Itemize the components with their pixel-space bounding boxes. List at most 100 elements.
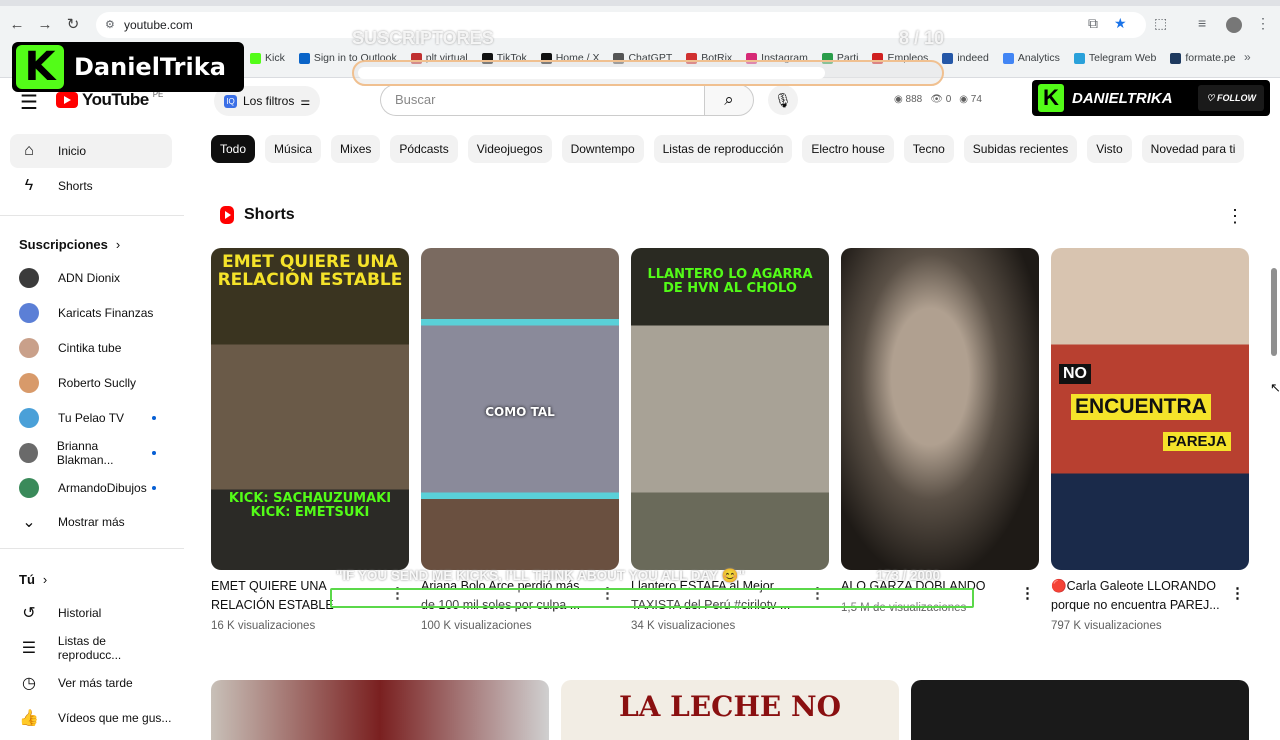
subscription-label: Brianna Blakman... [56,439,114,467]
show-more-button[interactable]: ⌄ Mostrar más [10,505,172,539]
chip-visto[interactable]: Visto [1087,135,1132,163]
bookmark-item[interactable]: Telegram Web [1073,48,1156,68]
reload-icon[interactable]: ↻ [62,14,84,36]
sidebar-item-inicio[interactable]: ⌂ Inicio [10,134,172,168]
filter-chips: Todo Música Mixes Pódcasts Videojuegos Downte… [211,135,1245,163]
you-item-label: Listas de reproducc... [57,634,122,662]
short-caption-pareja: PAREJA [1163,432,1231,451]
sidebar-item-shorts[interactable]: ϟ Shorts [10,169,172,203]
sidebar-you-item[interactable]: ↺ Historial [10,596,172,630]
short-views: 100 K visualizaciones [421,620,532,632]
youtube-play-icon [56,92,78,108]
page-scrollbar[interactable] [1268,90,1280,720]
home-icon: ⌂ [24,142,34,159]
profile-avatar[interactable] [1226,17,1242,33]
sidebar-subscription-item[interactable]: Karicats Finanzas [10,296,172,330]
subscription-label: Karicats Finanzas [58,306,154,320]
chip-downtempo[interactable]: Downtempo [561,135,644,163]
chip-tecno[interactable]: Tecno [903,135,954,163]
chip-todo[interactable]: Todo [211,135,256,163]
chip-electro-house[interactable]: Electro house [802,135,894,163]
shorts-shelf-header: Shorts [220,206,295,224]
short-card-2[interactable]: COMO TAL [421,248,619,570]
bookmark-item[interactable]: indeed [942,48,989,68]
stat-views: ◉ 888 [894,94,923,105]
subscribers-progress-fill [358,67,825,79]
chip-pódcasts[interactable]: Pódcasts [390,135,458,163]
logo-text: YouTube [82,90,149,109]
kick-logo-icon: K [16,45,64,89]
short-more-icon[interactable]: ⋮ [1020,584,1035,602]
subscribers-label: SUSCRIPTORES [352,28,494,48]
bookmark-label: Kick [265,52,285,64]
bookmark-item[interactable]: formate.pe [1170,48,1236,68]
shorts-heading: Shorts [244,206,295,223]
chevron-right-icon: › [115,237,121,252]
video-thumbnail[interactable]: LA LECHE NO [561,680,899,740]
filters-label: Los filtros [243,94,295,108]
bookmark-item[interactable]: Analytics [1002,48,1060,68]
new-content-dot [152,451,157,455]
watch-later-icon: ◷ [22,675,36,692]
short-views: 797 K visualizaciones [1051,620,1162,632]
bookmark-item[interactable]: Kick [250,48,285,68]
extensions-icon[interactable]: ⬚ [1154,15,1167,32]
subscriptions-header[interactable]: Suscripciones › [19,237,120,252]
sidebar-subscription-item[interactable]: Brianna Blakman... [10,436,172,470]
subscription-label: Tu Pelao TV [58,411,125,425]
sidebar-subscription-item[interactable]: Tu Pelao TV [10,401,172,435]
sidebar-subscription-item[interactable]: ADN Dionix [10,261,172,295]
short-more-icon[interactable]: ⋮ [1230,584,1245,602]
site-info-icon[interactable]: ⚙ [105,12,115,38]
filter-extension-icon: IQ [224,94,237,108]
back-icon[interactable]: ← [6,14,28,36]
chip-novedad-para-ti[interactable]: Novedad para ti [1141,135,1245,163]
channel-avatar [19,373,39,393]
subscription-label: Cintika tube [58,341,122,355]
bookmark-favicon-icon [250,52,261,64]
chip-mixes[interactable]: Mixes [331,135,381,163]
kick-follow-banner: K DANIELTRIKA ♡ FOLLOW [1032,80,1270,116]
short-card-5[interactable]: NO ENCUENTRA PAREJA [1051,248,1249,570]
bookmarks-overflow-icon[interactable]: » [1244,50,1251,64]
subscription-label: ArmandoDibujos [58,481,147,495]
chip-videojuegos[interactable]: Videojuegos [467,135,552,163]
tab-strip [0,0,1280,6]
you-header[interactable]: Tú › [19,572,47,587]
history-icon: ↺ [22,605,36,622]
bookmark-favicon-icon [298,52,310,64]
cast-icon[interactable]: ⧉ [1088,15,1098,32]
chip-listas-de-reproducción[interactable]: Listas de reproducción [653,135,793,163]
bookmark-star-icon[interactable]: ★ [1114,15,1127,32]
short-caption-bottom: KICK: SACHAUZUMAKI KICK: EMETSUKI [228,491,392,520]
chip-subidas-recientes[interactable]: Subidas recientes [963,135,1078,163]
forward-icon[interactable]: → [34,14,56,36]
browser-menu-icon[interactable]: ⋮ [1256,15,1270,32]
follow-channel-name: DANIELTRIKA [1072,89,1173,107]
chevron-down-icon: ⌄ [22,514,36,531]
channel-avatar [19,303,39,323]
sidebar-subscription-item[interactable]: ArmandoDibujos [10,471,172,505]
sidebar-you-item[interactable]: ☰ Listas de reproducc... [10,631,172,665]
new-content-dot [152,486,156,490]
short-card-1[interactable]: EMET QUIERE UNA RELACIÓN ESTABLE KICK: S… [211,248,409,570]
short-card-4[interactable] [841,248,1039,570]
bookmark-favicon-icon [1073,52,1085,64]
shorts-more-icon[interactable]: ⋮ [1226,206,1244,227]
short-caption-no: NO [1059,364,1091,384]
video-thumbnail[interactable] [911,680,1249,740]
sidebar-you-item[interactable]: 👍 Vídeos que me gus... [10,701,172,735]
sidebar-subscription-item[interactable]: Cintika tube [10,331,172,365]
short-title[interactable]: 🔴Carla Galeote LLORANDO porque no encuen… [1051,577,1221,615]
media-icon[interactable]: ≡ [1198,15,1206,31]
short-views: 34 K visualizaciones [631,620,736,632]
sidebar-subscription-item[interactable]: Roberto Suclly [10,366,172,400]
youtube-logo[interactable]: YouTube PE [56,90,163,110]
scrollbar-thumb[interactable] [1271,268,1277,356]
video-thumbnail[interactable] [211,680,549,740]
sidebar-you-item[interactable]: ◷ Ver más tarde [10,666,172,700]
hamburger-menu-icon[interactable]: ☰ [20,90,38,115]
chip-música[interactable]: Música [265,135,322,163]
short-card-3[interactable]: LLANTERO LO AGARRA DE HVN AL CHOLO [631,248,829,570]
follow-button: ♡ FOLLOW [1198,85,1264,111]
